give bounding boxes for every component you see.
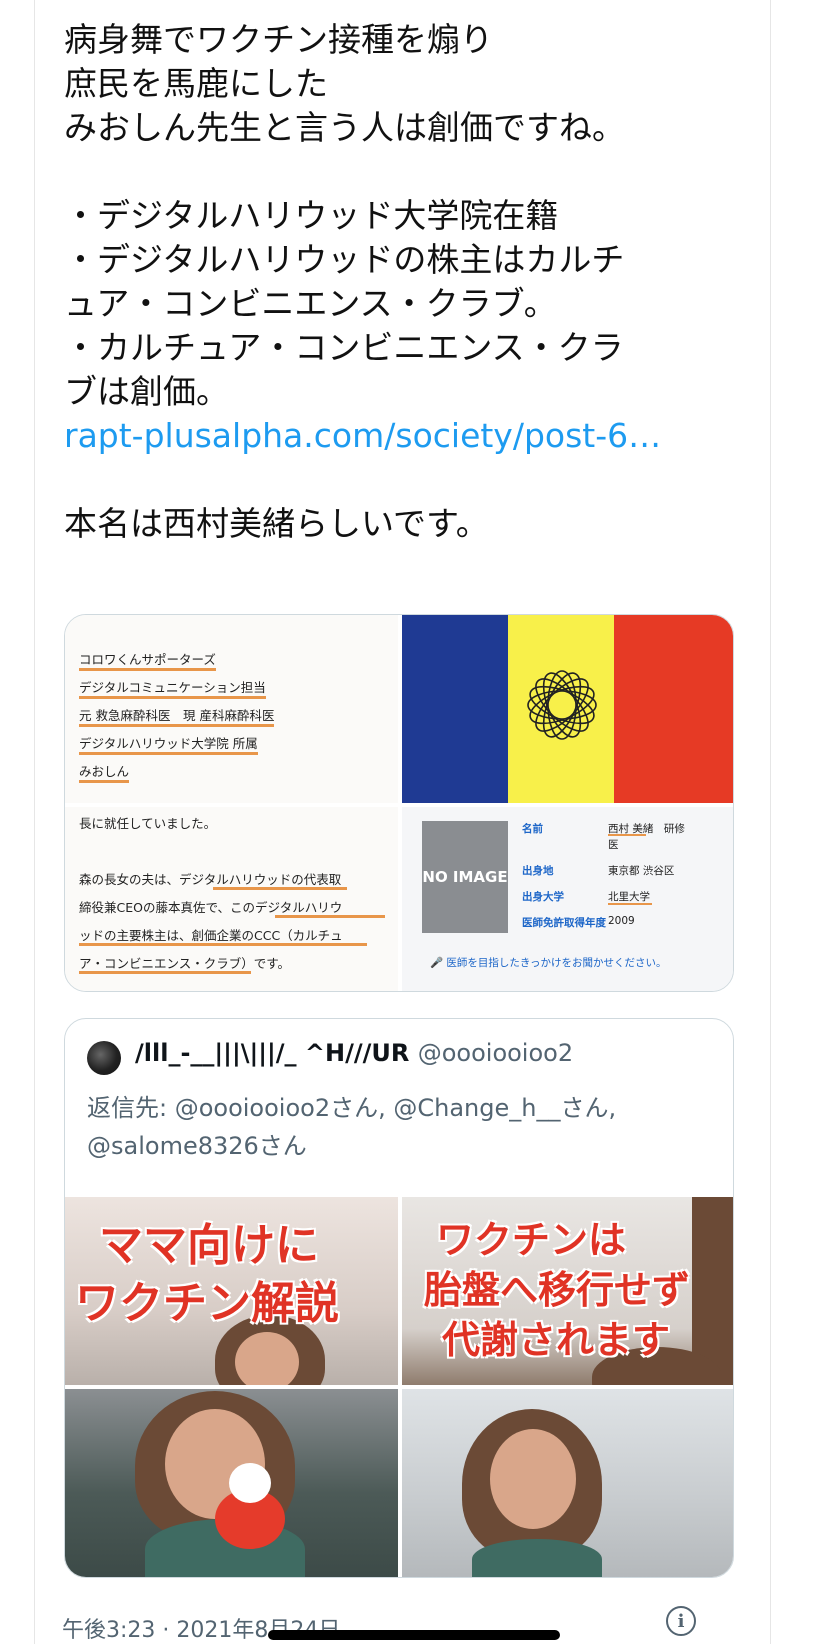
highlight-underline xyxy=(79,943,367,946)
highlight-underline xyxy=(79,971,251,974)
person-face xyxy=(235,1332,299,1385)
tweet-media-grid[interactable]: コロワくんサポーターズ デジタルコミュニケーション担当 元 救急麻酔科医 現 産… xyxy=(64,614,734,992)
quoted-display-name: /lll_-__|||\|||/_ ^H///UR xyxy=(135,1039,410,1067)
reply-to-text: 返信先: @oooiooioo2さん, @Change_h__さん, @salo… xyxy=(87,1094,617,1160)
video-caption: 胎盤へ移行せず xyxy=(424,1267,691,1312)
caption-line: デジタルハリウッド大学院 所属 xyxy=(79,736,258,755)
eight-circle-emblem-icon xyxy=(527,670,597,740)
tweet-line: ュア・コンビニエンス・クラブ。 xyxy=(64,284,557,323)
highlight-underline xyxy=(213,887,347,890)
home-indicator xyxy=(268,1630,560,1640)
profile-label: 医師免許取得年度 xyxy=(522,917,606,929)
profile-value: 2009 xyxy=(608,915,635,927)
flag-stripe-red xyxy=(614,615,733,803)
profile-value: 医 xyxy=(608,839,619,851)
tweet-line-spacer xyxy=(64,150,724,194)
profile-label: 出身地 xyxy=(522,865,554,877)
excerpt-line: 森の長女の夫は、デジタルハリウッドの代表取 xyxy=(79,872,342,887)
profile-label: 出身大学 xyxy=(522,891,564,903)
tweet-line: ブは創価。 xyxy=(64,372,229,411)
excerpt-line: 締役兼CEOの藤本真佐で、このデジタルハリウ xyxy=(79,900,343,915)
excerpt-line: ッドの主要株主は、創価企業のCCC（カルチュ xyxy=(79,928,343,943)
tweet-line-spacer xyxy=(64,458,724,502)
media-image-profile-caption[interactable]: コロワくんサポーターズ デジタルコミュニケーション担当 元 救急麻酔科医 現 産… xyxy=(65,615,398,803)
caption-line: 元 救急麻酔科医 現 産科麻酔科医 xyxy=(79,708,275,727)
profile-footer: 医師を目指したきっかけをお聞かせください。 xyxy=(446,957,667,969)
video-thumbnail[interactable]: ママ向けに ワクチン解説 xyxy=(65,1197,398,1385)
tweet-line: ・デジタルハリウッド大学院在籍 xyxy=(64,196,559,235)
tweet-line: ・カルチュア・コンビニエンス・クラ xyxy=(64,328,624,367)
highlight-underline xyxy=(275,915,385,918)
caption-line: デジタルコミュニケーション担当 xyxy=(79,680,266,699)
excerpt-line: ア・コンビニエンス・クラブ）です。 xyxy=(79,956,291,971)
tweet-line: 病身舞でワクチン接種を煽り xyxy=(64,20,493,59)
timeline-border-left xyxy=(34,0,35,1644)
video-thumbnail[interactable]: ワクチンは 胎盤へ移行せず 代謝されます xyxy=(402,1197,733,1385)
caption-line: コロワくんサポーターズ xyxy=(79,652,216,671)
excerpt-line: 長に就任していました。 xyxy=(79,816,217,831)
profile-value: 東京都 渋谷区 xyxy=(608,865,675,877)
profile-label: 名前 xyxy=(522,823,543,835)
person-shirt xyxy=(472,1539,602,1577)
video-caption: ワクチンは xyxy=(436,1217,627,1262)
avatar[interactable] xyxy=(87,1041,121,1075)
mic-icon: 🎤 xyxy=(430,957,444,969)
highlight-underline xyxy=(608,834,646,836)
video-caption: ママ向けに xyxy=(99,1220,319,1271)
tweet-line: 庶民を馬鹿にした xyxy=(64,64,328,103)
quoted-tweet[interactable]: /lll_-__|||\|||/_ ^H///UR @oooiooioo2 返信… xyxy=(64,1018,734,1578)
tweet-link[interactable]: rapt-plusalpha.com/society/post-6… xyxy=(64,414,724,458)
person-face xyxy=(490,1429,576,1529)
baby-sticker-face xyxy=(229,1463,271,1503)
video-thumbnail[interactable] xyxy=(402,1389,733,1577)
media-image-article-excerpt[interactable]: 長に就任していました。 森の長女の夫は、デジタルハリウッドの代表取 締役兼CEO… xyxy=(65,807,398,991)
tweet-body: 病身舞でワクチン接種を煽り 庶民を馬鹿にした みおしん先生と言う人は創価ですね。… xyxy=(64,18,724,546)
video-thumbnail[interactable] xyxy=(65,1389,398,1577)
info-icon[interactable]: i xyxy=(666,1606,696,1636)
profile-value: 北里大学 xyxy=(608,891,650,903)
video-caption: 代謝されます xyxy=(442,1317,671,1362)
tweet-last-line: 本名は西村美緒らしいです。 xyxy=(64,504,489,543)
timeline-border-right xyxy=(770,0,771,1644)
caption-line: みおしん xyxy=(79,764,130,783)
quoted-media-grid[interactable]: ママ向けに ワクチン解説 ワクチンは 胎盤へ移行せず 代謝されます xyxy=(65,1197,733,1577)
tweet-line: みおしん先生と言う人は創価ですね。 xyxy=(64,108,625,147)
media-image-flag[interactable] xyxy=(402,615,733,803)
highlight-underline xyxy=(608,903,652,905)
media-image-doctor-profile[interactable]: NO IMAGE 名前 西村 美緒 研修 医 出身地 東京都 渋谷区 出身大学 … xyxy=(402,807,733,991)
quoted-handle: @oooiooioo2 xyxy=(417,1039,574,1067)
flag-stripe-blue xyxy=(402,615,508,803)
tweet-line: ・デジタルハリウッドの株主はカルチ xyxy=(64,240,625,279)
video-caption: ワクチン解説 xyxy=(75,1278,339,1329)
no-image-placeholder: NO IMAGE xyxy=(422,821,508,933)
